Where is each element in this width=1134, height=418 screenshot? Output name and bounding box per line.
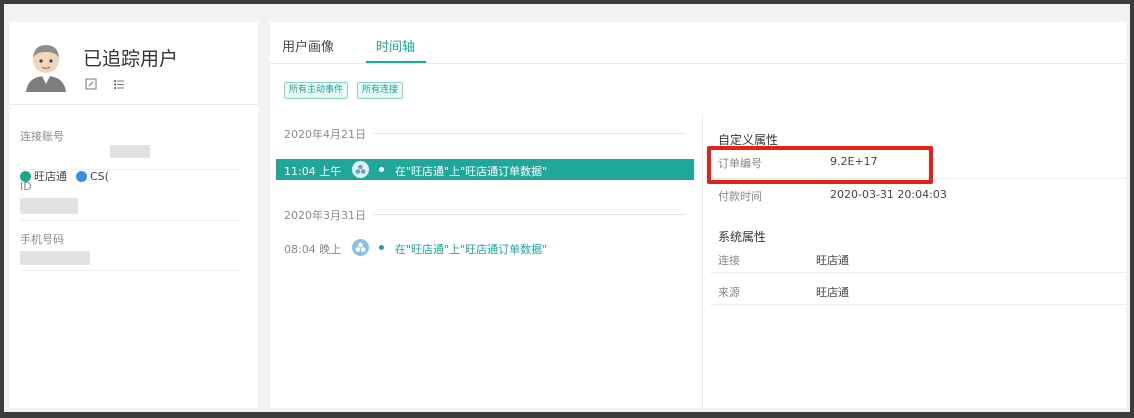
user-avatar (22, 40, 70, 92)
date-divider (374, 133, 686, 134)
profile-divider (10, 104, 258, 105)
prop-key-source: 来源 (718, 286, 740, 299)
timeline-event-selected[interactable]: 11:04 上午 在"旺店通"上"旺店通订单数据" (276, 159, 694, 180)
tab-timeline[interactable]: 时间轴 (376, 36, 415, 55)
user-profile-panel: 已追踪用户 连接账号 旺店通 CS( ID 手机号码 (10, 22, 258, 408)
field-divider (20, 169, 242, 170)
system-props-title: 系统属性 (718, 230, 767, 244)
prop-divider (710, 304, 1126, 305)
event-time: 11:04 上午 (284, 165, 342, 178)
profile-title: 已追踪用户 (83, 48, 179, 70)
bullet-dot (379, 245, 384, 250)
account-name: 旺店通 (34, 170, 67, 183)
field-divider (20, 220, 242, 221)
timeline-date: 2020年4月21日 (284, 128, 366, 141)
prop-key-connection: 连接 (718, 254, 740, 267)
connector-icon (352, 239, 369, 256)
id-label: ID (20, 180, 32, 193)
filter-all-events[interactable]: 所有主动事件 (284, 82, 349, 99)
active-tab-indicator (366, 61, 426, 63)
tab-bar: 用户画像 时间轴 (270, 22, 1126, 64)
main-panel: 用户画像 时间轴 所有主动事件 所有连接 2020年4月21日 11:04 上午… (270, 22, 1126, 408)
account-label: 连接账号 (20, 130, 64, 143)
event-description: 在"旺店通"上"旺店通订单数据" (395, 243, 548, 256)
account-cs[interactable]: CS( (76, 169, 109, 183)
edit-icon[interactable] (85, 78, 97, 90)
field-divider (20, 270, 242, 271)
cs-icon (76, 170, 87, 182)
event-time: 08:04 晚上 (284, 243, 342, 256)
timeline-date: 2020年3月31日 (284, 209, 366, 222)
bullet-dot (379, 167, 384, 172)
phone-label: 手机号码 (20, 233, 64, 246)
annotation-highlight-box (707, 146, 933, 184)
prop-key-payment-time: 付款时间 (718, 190, 762, 203)
timeline-event[interactable]: 08:04 晚上 在"旺店通"上"旺店通订单数据" (276, 237, 694, 258)
connector-icon (352, 161, 369, 178)
panel-divider (702, 114, 703, 408)
tab-user-portrait[interactable]: 用户画像 (282, 36, 334, 55)
date-divider (374, 214, 686, 215)
prop-value-connection: 旺店通 (816, 254, 849, 267)
prop-value-payment-time: 2020-03-31 20:04:03 (830, 188, 947, 201)
account-name: CS( (90, 169, 109, 183)
redacted-block (20, 198, 78, 214)
prop-divider (710, 272, 1126, 273)
filter-all-connections[interactable]: 所有连接 (357, 82, 404, 99)
prop-value-source: 旺店通 (816, 286, 849, 299)
redacted-block (20, 251, 90, 265)
redacted-block (110, 145, 150, 158)
event-description: 在"旺店通"上"旺店通订单数据" (395, 165, 548, 178)
list-icon[interactable] (113, 78, 125, 90)
